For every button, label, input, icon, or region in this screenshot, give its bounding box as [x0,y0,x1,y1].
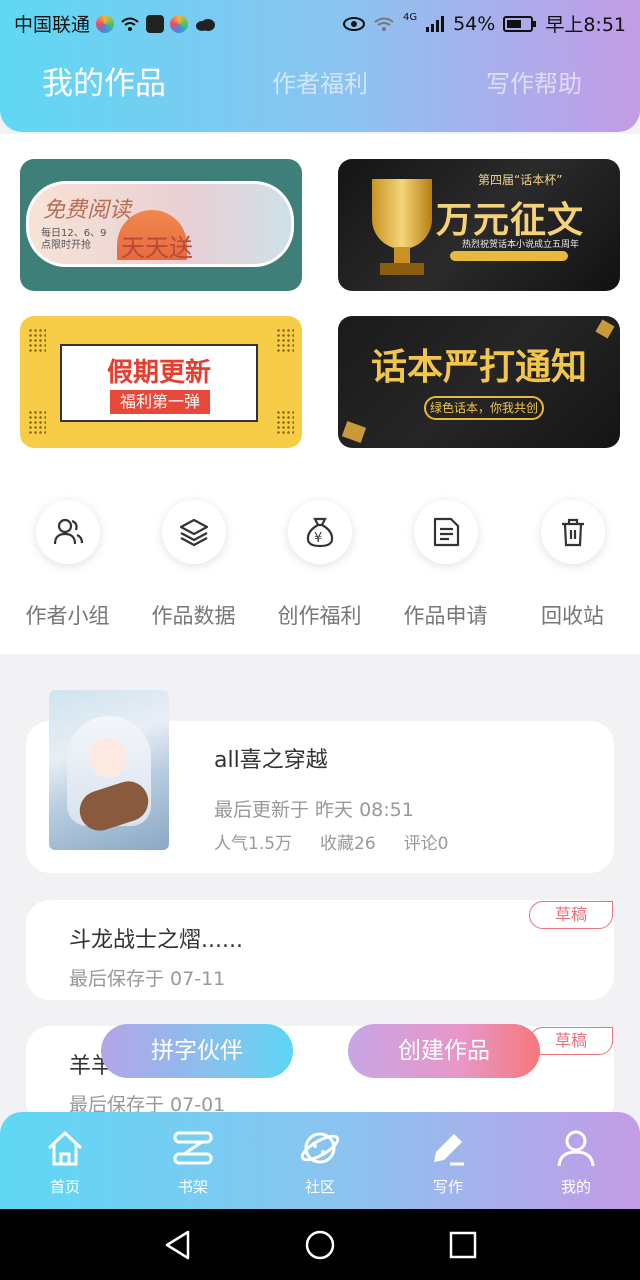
quick-action-recycle-bin[interactable]: 回收站 [509,500,636,630]
nav-label: 社区 [304,1178,335,1196]
app-notification-icon [96,14,115,33]
quick-action-label: 作品数据 [151,604,236,628]
quick-action-author-group[interactable]: 作者小组 [4,500,131,630]
draft-title: 斗龙战士之熠...... [69,928,243,953]
tab-author-benefits[interactable]: 作者福利 [272,64,368,99]
quick-action-label: 作品申请 [403,604,488,628]
clock: 早上8:51 [545,14,626,36]
battery-percent: 54% [453,12,496,35]
pen-icon [434,1134,464,1166]
money-bag-icon: ¥ [306,517,333,548]
banner-title: 假期更新 [106,358,211,388]
eye-icon [342,16,365,31]
home-icon [47,1131,83,1166]
document-icon [433,517,459,547]
banner-title: 免费阅读 [43,198,132,223]
system-nav-bar [0,1209,640,1280]
work-favorites: 收藏26 [320,834,376,854]
quick-action-works-application[interactable]: 作品申请 [382,500,509,630]
work-updated-time: 最后更新于 昨天 08:51 [214,799,414,821]
trophy-icon [372,179,432,249]
draft-card[interactable]: 斗龙战士之熠...... 最后保存于 07-11 [26,900,614,1000]
carrier-label: 中国联通 [14,14,91,36]
network-type-label: 4G [402,12,418,23]
work-popularity: 人气1.5万 [214,834,293,854]
nav-community[interactable]: 社区 [280,1126,360,1197]
planet-icon [300,1132,340,1164]
layers-icon [179,518,208,547]
quick-action-creation-benefits[interactable]: ¥ 创作福利 [256,500,383,630]
quick-action-label: 作者小组 [25,604,110,628]
banner-subtitle: 绿色话本，你我共创 [424,396,544,420]
create-work-button[interactable]: 创建作品 [348,1024,540,1078]
banner-subtitle: 每日12、6、9点限时开抢 [41,228,107,251]
work-title: all喜之穿越 [214,748,328,773]
book-cover[interactable] [49,690,169,850]
trash-icon [561,518,584,547]
banner-crackdown-notice[interactable]: 话本严打通知 绿色话本，你我共创 [338,316,620,448]
quick-action-works-data[interactable]: 作品数据 [130,500,257,630]
work-stats: 人气1.5万 收藏26 评论0 [214,829,449,854]
draft-tag: 草稿 [529,1027,613,1055]
draft-tag: 草稿 [529,901,613,929]
banner-essay-contest[interactable]: 第四届“话本杯” 万元征文 热烈祝贺话本小说成立五周年 [338,159,620,291]
banner-free-reading[interactable]: 免费阅读 每日12、6、9点限时开抢 天天送 [20,159,302,291]
home-circle-icon[interactable] [304,1229,336,1261]
user-icon [557,1130,595,1167]
nav-home[interactable]: 首页 [25,1126,105,1197]
recents-icon[interactable] [448,1230,478,1260]
nav-label: 我的 [560,1178,591,1196]
banner-holiday-update[interactable]: 假期更新 福利第一弹 [20,316,302,448]
quick-action-label: 回收站 [541,604,604,628]
nav-bookshelf[interactable]: 书架 [153,1126,233,1197]
banner-title: 万元征文 [436,200,585,241]
draft-saved-time: 最后保存于 07-11 [69,968,226,990]
bookshelf-icon [173,1131,213,1165]
app-notification-icon [146,14,165,33]
battery-icon [503,15,537,32]
wifi-icon [374,17,394,31]
nav-me[interactable]: 我的 [536,1126,616,1197]
banner-subtitle: 第四届“话本杯” [478,173,563,187]
tab-writing-help[interactable]: 写作帮助 [486,64,582,99]
nav-label: 首页 [49,1178,80,1196]
work-comments: 评论0 [403,834,449,854]
signal-icon [426,15,445,32]
tab-my-works[interactable]: 我的作品 [42,58,166,103]
cloud-icon [196,18,216,31]
group-icon [53,518,83,545]
svg-text:¥: ¥ [314,531,322,546]
partner-button[interactable]: 拼字伙伴 [101,1024,293,1078]
banner-caption: 热烈祝贺话本小说成立五周年 [462,240,580,250]
banner-subtitle: 福利第一弹 [110,390,210,414]
nav-label: 书架 [177,1178,208,1196]
banner-tagline: 天天送 [121,234,193,262]
banner-title: 话本严打通知 [370,347,587,388]
status-bar: 中国联通 4G 54% 早上8:51 [0,0,640,44]
nav-write[interactable]: 写作 [408,1126,488,1197]
wifi-icon [121,17,139,31]
back-icon[interactable] [162,1229,194,1261]
bottom-nav: 首页 书架 社区 写作 我的 [0,1112,640,1209]
nav-label: 写作 [432,1178,463,1196]
header-tabs: 我的作品 作者福利 写作帮助 [0,64,640,120]
app-notification-icon [170,14,189,33]
quick-action-label: 创作福利 [277,604,362,628]
